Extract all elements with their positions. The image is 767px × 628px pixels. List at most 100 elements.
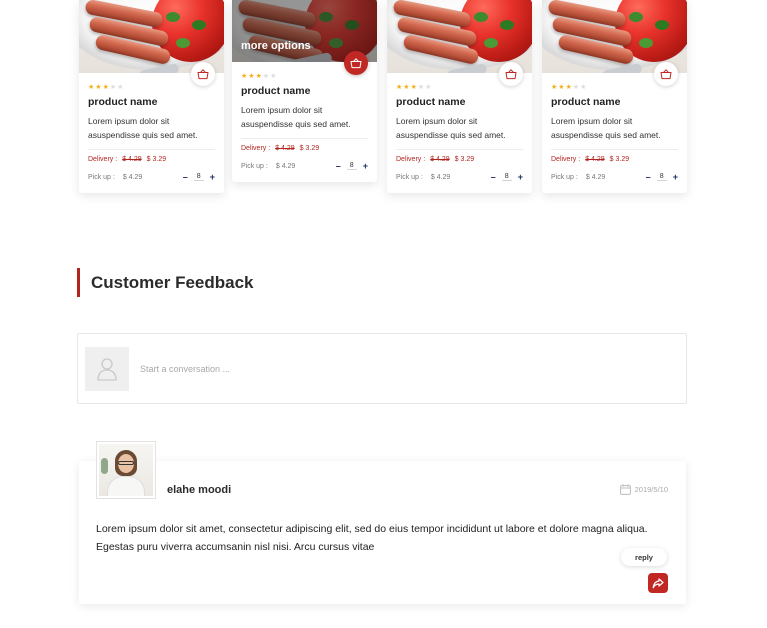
pickup-price-row: Pick up : $ 4.29 [551,174,605,181]
plus-icon[interactable]: + [210,173,215,182]
pickup-price: $ 4.29 [275,163,296,170]
calendar-icon [619,484,631,495]
card-divider [88,149,215,150]
share-button[interactable] [648,573,668,593]
delivery-price-row: Delivery : $ 4.29 $ 3.29 [241,145,319,152]
product-card[interactable]: ★ ★ ★ ★ ★ product name Lorem ipsum dolor sit a… [79,0,224,193]
pickup-price-row: Pick up : $ 4.29 [88,174,142,181]
user-icon [97,358,117,381]
delivery-label: Delivery : [88,156,118,163]
star-icon: ★ [262,73,270,80]
minus-icon[interactable]: – [336,162,341,171]
old-price: $ 4.29 [585,156,605,163]
product-name: product name [88,96,158,108]
quantity-value[interactable]: 8 [193,173,204,181]
star-icon: ★ [248,73,255,80]
quantity-stepper: –8 + [646,173,678,182]
minus-icon[interactable]: – [183,173,188,182]
pickup-label: Pick up : [88,174,115,181]
product-name: product name [396,96,466,108]
conversation-composer [77,333,687,404]
product-card[interactable]: ★ ★ ★ ★ ★ product name Lorem ipsum dolor sit a… [387,0,532,193]
plus-icon[interactable]: + [518,173,523,182]
comment-author: elahe moodi [167,484,232,496]
star-icon: ★ [396,84,403,91]
add-to-cart-button[interactable] [654,62,678,86]
star-icon: ★ [417,84,425,91]
reply-button[interactable]: reply [621,548,667,566]
add-to-cart-button[interactable] [499,62,523,86]
rating-stars: ★ ★ ★ ★ ★ [88,84,123,91]
comment-date-text: 2019/5/10 [634,485,668,494]
rating-stars: ★ ★ ★ ★ ★ [241,73,276,80]
quantity-value[interactable]: 8 [501,173,512,181]
pickup-price-row: Pick up : $ 4.29 [396,174,450,181]
old-price: $ 4.29 [122,156,142,163]
star-icon: ★ [572,84,580,91]
star-icon: ★ [425,84,432,91]
card-divider [396,149,523,150]
comment-body: Lorem ipsum dolor sit amet, consectetur … [96,523,648,553]
star-icon: ★ [580,84,587,91]
star-icon: ★ [270,73,277,80]
star-icon: ★ [88,84,95,91]
plus-icon[interactable]: + [363,162,368,171]
more-options-link[interactable]: more options [241,40,311,52]
pickup-label: Pick up : [551,174,578,181]
product-card[interactable]: ★ ★ ★ ★ ★ product name Lorem ipsum dolor sit a… [542,0,687,193]
product-name: product name [241,85,311,97]
quantity-stepper: –8 + [336,162,368,171]
pickup-label: Pick up : [241,163,268,170]
pickup-label: Pick up : [396,174,423,181]
star-icon: ★ [109,84,117,91]
delivery-price-row: Delivery : $ 4.29 $ 3.29 [88,156,166,163]
quantity-stepper: –8 + [491,173,523,182]
product-description: Lorem ipsum dolor sit asuspendisse quis … [396,116,506,140]
pickup-price: $ 4.29 [585,174,606,181]
star-icon: ★ [255,73,262,80]
star-icon: ★ [241,73,248,80]
product-card[interactable]: more options ★ ★ ★ ★ ★ product name Lorem ipsum… [232,0,377,182]
star-icon: ★ [102,84,109,91]
product-name: product name [551,96,621,108]
section-title: Customer Feedback [91,273,254,292]
basket-icon [660,68,672,79]
star-icon: ★ [551,84,558,91]
quantity-value[interactable]: 8 [346,162,357,170]
star-icon: ★ [565,84,572,91]
card-divider [241,138,368,139]
delivery-label: Delivery : [396,156,426,163]
star-icon: ★ [410,84,417,91]
plus-icon[interactable]: + [673,173,678,182]
pickup-price-row: Pick up : $ 4.29 [241,163,295,170]
delivery-label: Delivery : [241,145,271,152]
basket-icon [505,68,517,79]
quantity-stepper: –8 + [183,173,215,182]
rating-stars: ★ ★ ★ ★ ★ [551,84,586,91]
user-placeholder-avatar [85,347,129,391]
rating-stars: ★ ★ ★ ★ ★ [396,84,431,91]
delivery-price-row: Delivery : $ 4.29 $ 3.29 [551,156,629,163]
quantity-value[interactable]: 8 [656,173,667,181]
star-icon: ★ [117,84,124,91]
delivery-price-row: Delivery : $ 4.29 $ 3.29 [396,156,474,163]
product-description: Lorem ipsum dolor sit asuspendisse quis … [88,116,198,140]
card-divider [551,149,678,150]
minus-icon[interactable]: – [646,173,651,182]
product-description: Lorem ipsum dolor sit asuspendisse quis … [241,105,351,129]
old-price: $ 4.29 [275,145,295,152]
comment-date: 2019/5/10 [619,484,668,495]
product-description: Lorem ipsum dolor sit asuspendisse quis … [551,116,661,140]
minus-icon[interactable]: – [491,173,496,182]
comment-author-avatar [96,441,156,499]
author-photo [99,444,153,496]
star-icon: ★ [403,84,410,91]
add-to-cart-button[interactable] [191,62,215,86]
new-price: $ 3.29 [454,156,475,163]
new-price: $ 3.29 [609,156,630,163]
share-icon [652,577,664,588]
star-icon: ★ [95,84,102,91]
old-price: $ 4.29 [430,156,450,163]
conversation-input[interactable] [140,361,660,377]
add-to-cart-button[interactable] [344,51,368,75]
